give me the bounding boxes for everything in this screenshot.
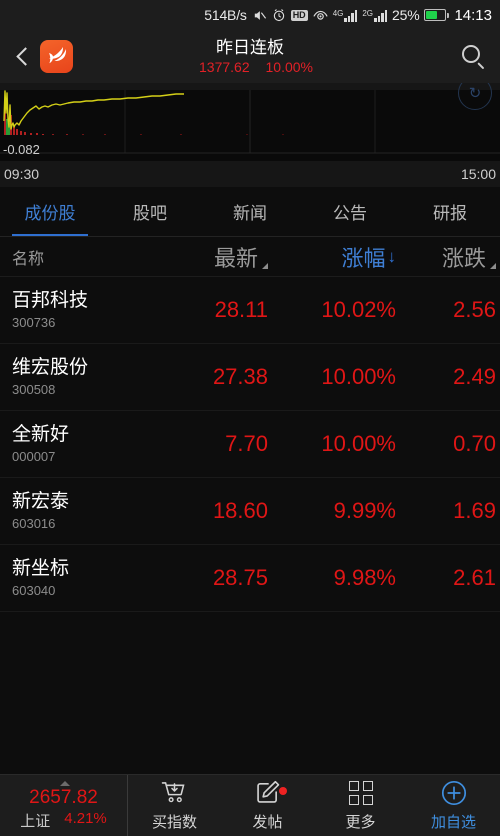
tab-guba[interactable]: 股吧	[100, 187, 200, 236]
stock-identity: 维宏股份 300508	[0, 357, 160, 398]
chart-time-end: 15:00	[460, 166, 496, 182]
index-change-pct: 10.00%	[265, 58, 313, 75]
tab-xinwen[interactable]: 新闻	[200, 187, 300, 236]
stock-change: 1.69	[453, 498, 496, 523]
chart-min-label: -0.082	[3, 142, 40, 157]
stock-code: 603040	[12, 583, 56, 599]
post-button[interactable]: 发帖	[221, 775, 314, 836]
bottom-toolbar: 2657.82 上证 4.21% 买指数 发帖 更多 加自选	[0, 774, 500, 836]
column-header-change-pct[interactable]: 涨幅 ↓	[268, 241, 396, 273]
index-value: 1377.62	[199, 58, 250, 75]
up-caret-icon	[59, 781, 70, 786]
index-name: 上证	[20, 813, 51, 830]
stock-change: 2.61	[453, 565, 496, 590]
sort-desc-arrow-icon: ↓	[387, 247, 397, 266]
index-summary[interactable]: 2657.82 上证 4.21%	[0, 775, 128, 836]
table-row[interactable]: 维宏股份 300508 27.38 10.00% 2.49	[0, 344, 500, 411]
table-row[interactable]: 新宏泰 603016 18.60 9.99% 1.69	[0, 478, 500, 545]
tab-yanbao[interactable]: 研报	[400, 187, 500, 236]
column-header-last[interactable]: 最新	[160, 241, 268, 273]
stock-identity: 百邦科技 300736	[0, 290, 160, 331]
stock-list: 百邦科技 300736 28.11 10.02% 2.56 维宏股份 30050…	[0, 277, 500, 612]
index-change-pct: 4.21%	[64, 810, 107, 827]
page-title: 昨日连板 1377.62 10.00%	[0, 37, 500, 75]
stock-code: 300508	[12, 382, 56, 398]
title-text: 昨日连板	[216, 38, 284, 58]
status-bar: 514B/s HD 4G 2G 25% 14:13	[0, 0, 500, 30]
stock-identity: 新宏泰 603016	[0, 491, 160, 532]
eye-icon	[313, 9, 328, 22]
buy-index-label: 买指数	[151, 813, 197, 831]
table-row[interactable]: 百邦科技 300736 28.11 10.02% 2.56	[0, 277, 500, 344]
plus-circle-icon	[441, 780, 467, 806]
network-speed: 514B/s	[204, 7, 247, 23]
column-header-change[interactable]: 涨跌	[396, 241, 500, 273]
tab-chengfengu[interactable]: 成份股	[0, 187, 100, 236]
chart-time-start: 09:30	[4, 166, 40, 182]
stock-change: 2.56	[453, 297, 496, 322]
buy-index-button[interactable]: 买指数	[128, 775, 221, 836]
cart-download-icon	[161, 780, 188, 806]
signal-4g-icon: 4G	[333, 9, 358, 22]
pencil-square-icon	[255, 780, 280, 806]
chart-plot	[0, 83, 500, 161]
stock-identity: 新坐标 603040	[0, 558, 160, 599]
stock-identity: 全新好 000007	[0, 424, 160, 465]
table-row[interactable]: 新坐标 603040 28.75 9.98% 2.61	[0, 545, 500, 612]
stock-change-pct: 10.02%	[321, 297, 396, 322]
stock-last-price: 18.60	[212, 498, 268, 523]
stock-change-pct: 10.00%	[321, 364, 396, 389]
more-button[interactable]: 更多	[314, 775, 407, 836]
stock-last-price: 28.75	[212, 565, 268, 590]
sort-triangle-icon	[490, 262, 496, 269]
stock-change-pct: 9.99%	[333, 498, 396, 523]
chart-time-axis: 09:30 15:00	[0, 161, 500, 187]
signal-2g-icon: 2G	[362, 9, 388, 22]
stock-name: 新宏泰	[12, 490, 70, 512]
post-label: 发帖	[252, 813, 283, 831]
stock-code: 603016	[12, 516, 56, 532]
clock: 14:13	[454, 6, 492, 24]
table-row[interactable]: 全新好 000007 7.70 10.00% 0.70	[0, 411, 500, 478]
stock-name: 维宏股份	[12, 356, 89, 378]
alarm-icon	[272, 8, 286, 22]
add-to-watchlist-button[interactable]: 加自选	[407, 775, 500, 836]
stock-last-price: 28.11	[214, 297, 268, 322]
add-to-watchlist-label: 加自选	[430, 813, 476, 831]
stock-code: 300736	[12, 315, 56, 331]
grid-icon	[348, 780, 373, 806]
back-chevron-icon[interactable]	[12, 46, 34, 68]
battery-icon	[424, 9, 450, 21]
stock-last-price: 7.70	[225, 431, 268, 456]
mute-icon	[252, 8, 267, 23]
app-header: 昨日连板 1377.62 10.00%	[0, 30, 500, 83]
column-header-name[interactable]: 名称	[0, 245, 160, 269]
battery-percent: 25%	[392, 7, 420, 23]
stock-change-pct: 10.00%	[321, 431, 396, 456]
stock-name: 全新好	[12, 423, 70, 445]
search-icon[interactable]	[458, 42, 488, 72]
tab-gonggao[interactable]: 公告	[300, 187, 400, 236]
stock-name: 新坐标	[12, 557, 70, 579]
stock-last-price: 27.38	[212, 364, 268, 389]
eastmoney-logo[interactable]	[40, 40, 73, 73]
hd-icon: HD	[290, 9, 308, 21]
stock-change: 2.49	[453, 364, 496, 389]
stock-name: 百邦科技	[12, 289, 89, 311]
index-value: 2657.82	[29, 787, 98, 808]
stock-change-pct: 9.98%	[333, 565, 396, 590]
table-header: 名称 最新 涨幅 ↓ 涨跌	[0, 237, 500, 277]
stock-change: 0.70	[453, 431, 496, 456]
stock-code: 000007	[12, 449, 56, 465]
intraday-chart[interactable]: ↻ -0.082 09:30 15:00	[0, 83, 500, 187]
notification-badge-icon	[278, 787, 287, 795]
more-label: 更多	[345, 813, 376, 831]
section-tabs: 成份股 股吧 新闻 公告 研报	[0, 187, 500, 237]
